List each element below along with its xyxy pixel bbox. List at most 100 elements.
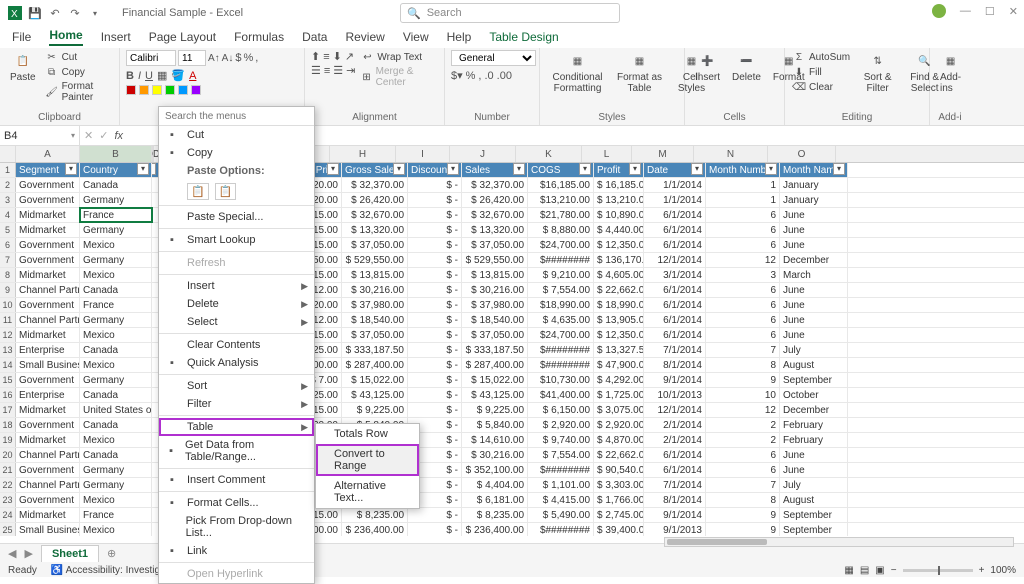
cell[interactable]: $ - — [408, 193, 462, 207]
cell[interactable]: June — [780, 223, 848, 237]
cell[interactable]: 6 — [706, 448, 780, 462]
cell[interactable]: 10 — [706, 388, 780, 402]
cut-button[interactable]: ✂Cut — [44, 50, 113, 64]
underline-icon[interactable]: U — [145, 70, 153, 82]
indent-icon[interactable]: ⇥ — [346, 64, 355, 77]
view-normal-icon[interactable]: ▦ — [844, 565, 853, 576]
ctx-item[interactable]: ▪Smart Lookup — [159, 231, 314, 249]
cell[interactable]: $ 32,370.00 — [342, 178, 408, 192]
ctx-item[interactable]: ▪Get Data from Table/Range... — [159, 436, 314, 466]
cell[interactable]: Canada — [80, 448, 152, 462]
cell[interactable]: 6 — [706, 223, 780, 237]
cell[interactable]: Germany — [80, 313, 152, 327]
currency-icon[interactable]: $ — [235, 52, 241, 64]
insert-cells-button[interactable]: ➕Insert — [691, 50, 724, 85]
cell[interactable]: $ 1,725.00 — [594, 388, 644, 402]
cell[interactable]: $ - — [408, 328, 462, 342]
cell[interactable]: $ 13,210.00 — [594, 193, 644, 207]
cell[interactable]: $ 3,303.00 — [594, 478, 644, 492]
tab-insert[interactable]: Insert — [101, 30, 131, 44]
row-header[interactable]: 17 — [0, 403, 16, 417]
cell[interactable]: Mexico — [80, 433, 152, 447]
ctx-item[interactable]: ▪Link — [159, 542, 314, 560]
tab-view[interactable]: View — [403, 30, 429, 44]
cell[interactable]: Canada — [80, 388, 152, 402]
cell[interactable]: $ - — [408, 253, 462, 267]
cell[interactable]: Canada — [80, 178, 152, 192]
cell[interactable]: $ 13,815.00 — [342, 268, 408, 282]
ctx-item[interactable]: Paste Special... — [159, 208, 314, 226]
cell[interactable]: $ - — [408, 343, 462, 357]
cell[interactable]: Channel Partners — [16, 448, 80, 462]
cell[interactable]: 7/1/2014 — [644, 343, 706, 357]
cell[interactable]: 7/1/2014 — [644, 478, 706, 492]
col-header[interactable]: J — [450, 146, 516, 162]
cell[interactable]: December — [780, 253, 848, 267]
fx-accept-icon[interactable]: ✓ — [99, 129, 108, 142]
cell[interactable]: $ - — [408, 508, 462, 522]
cell[interactable]: 6 — [706, 238, 780, 252]
cell[interactable]: 6 — [706, 283, 780, 297]
cell[interactable]: $ 16,185.00 — [594, 178, 644, 192]
cell[interactable]: $ 12,350.00 — [594, 328, 644, 342]
user-avatar[interactable] — [932, 4, 946, 18]
cell[interactable]: Mexico — [80, 523, 152, 536]
comma-btn-icon[interactable]: , — [478, 69, 481, 82]
cell[interactable]: Midmarket — [16, 208, 80, 222]
cell[interactable]: 12/1/2014 — [644, 253, 706, 267]
cell[interactable]: Government — [16, 253, 80, 267]
cell[interactable]: $ 4,404.00 — [462, 478, 528, 492]
cell[interactable]: $ 7,554.00 — [528, 283, 594, 297]
cell[interactable]: 6/1/2014 — [644, 448, 706, 462]
cell[interactable]: $ - — [408, 178, 462, 192]
cell[interactable]: $ 5,840.00 — [462, 418, 528, 432]
minimize-icon[interactable]: — — [960, 5, 971, 17]
tab-help[interactable]: Help — [447, 30, 472, 44]
cell[interactable]: $ - — [408, 298, 462, 312]
fill-button[interactable]: ⬇Fill — [791, 65, 852, 79]
cell[interactable]: $ - — [408, 238, 462, 252]
comma-icon[interactable]: , — [255, 52, 258, 64]
cell[interactable]: Midmarket — [16, 268, 80, 282]
submenu-item[interactable]: Convert to Range — [316, 444, 419, 476]
table-column-header[interactable]: Profit — [594, 163, 644, 177]
accessibility-status[interactable]: ♿ Accessibility: Investigate — [51, 565, 174, 576]
table-column-header[interactable]: Month Number — [706, 163, 780, 177]
cell[interactable]: Germany — [80, 193, 152, 207]
ctx-item[interactable]: ▪Format Cells... — [159, 494, 314, 512]
cell[interactable]: $ 37,980.00 — [462, 298, 528, 312]
cell[interactable]: Midmarket — [16, 223, 80, 237]
cell[interactable]: Government — [16, 193, 80, 207]
cell[interactable]: Government — [16, 493, 80, 507]
cell[interactable]: Germany — [80, 253, 152, 267]
ctx-item[interactable]: ▪Quick Analysis — [159, 354, 314, 372]
cell[interactable]: 6 — [706, 313, 780, 327]
row-header[interactable]: 13 — [0, 343, 16, 357]
cell[interactable]: $ 9,210.00 — [528, 268, 594, 282]
cell[interactable]: $######## — [528, 523, 594, 536]
cell[interactable]: 6 — [706, 328, 780, 342]
zoom-out-icon[interactable]: − — [891, 565, 897, 576]
redo-icon[interactable]: ↷ — [68, 6, 82, 20]
cell[interactable]: $ 2,920.00 — [528, 418, 594, 432]
table-column-header[interactable]: Country — [80, 163, 152, 177]
row-header[interactable]: 9 — [0, 283, 16, 297]
cell[interactable]: $ 4,440.00 — [594, 223, 644, 237]
cell[interactable]: $16,185.00 — [528, 178, 594, 192]
cell[interactable]: Germany — [80, 478, 152, 492]
cell[interactable]: $ 30,216.00 — [462, 448, 528, 462]
row-header[interactable]: 1 — [0, 163, 16, 177]
row-header[interactable]: 22 — [0, 478, 16, 492]
cell[interactable]: $ 2,920.00 — [594, 418, 644, 432]
color-orange[interactable] — [139, 85, 149, 95]
cell[interactable]: 9 — [706, 523, 780, 536]
cell[interactable]: 2 — [706, 418, 780, 432]
cell[interactable]: $ 4,870.00 — [594, 433, 644, 447]
cell[interactable]: $ - — [408, 523, 462, 536]
cell[interactable]: Channel Partners — [16, 478, 80, 492]
save-icon[interactable]: 💾 — [28, 6, 42, 20]
cell[interactable]: 6/1/2014 — [644, 208, 706, 222]
cell[interactable]: Channel Partners — [16, 283, 80, 297]
cell[interactable]: $ 4,635.00 — [528, 313, 594, 327]
cell[interactable]: $ 236,400.00 — [342, 523, 408, 536]
